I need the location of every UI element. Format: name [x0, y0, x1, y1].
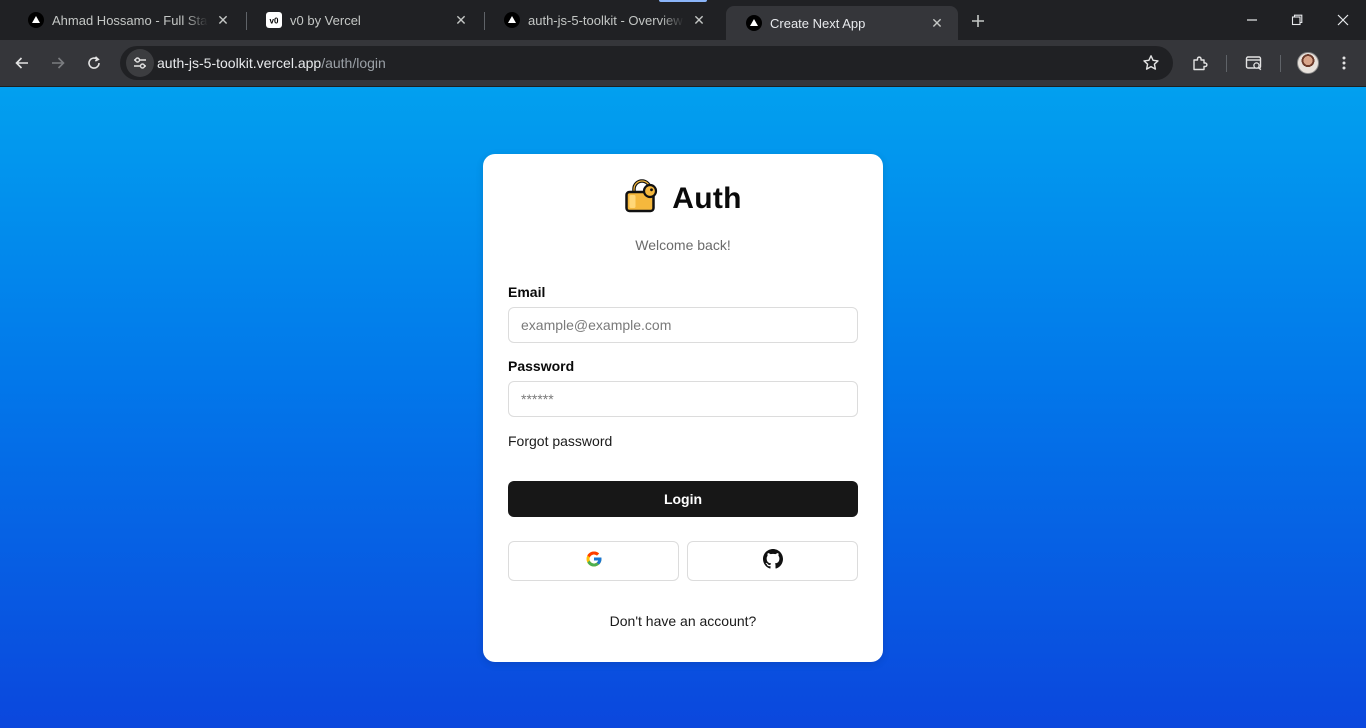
back-button[interactable] — [8, 49, 36, 77]
restore-button[interactable] — [1274, 0, 1320, 40]
google-icon — [585, 550, 603, 573]
github-signin-button[interactable] — [687, 541, 858, 581]
toolbar-divider — [1226, 55, 1227, 72]
vercel-triangle-icon — [746, 15, 762, 31]
tab-title: v0 by Vercel — [290, 12, 361, 28]
password-field[interactable] — [508, 381, 858, 417]
tab-search-button[interactable] — [1240, 49, 1268, 77]
browser-menu-button[interactable] — [1330, 49, 1358, 77]
brand-title: Auth — [672, 181, 742, 215]
url-path: /auth/login — [321, 55, 386, 71]
github-icon — [762, 548, 783, 574]
tab-vercel-overview[interactable]: auth-js-5-toolkit - Overview – Vercel ✕ — [484, 0, 720, 40]
browser-toolbar: auth-js-5-toolkit.vercel.app/auth/login — [0, 40, 1366, 87]
restore-icon — [1291, 14, 1303, 26]
login-button[interactable]: Login — [508, 481, 858, 517]
google-signin-button[interactable] — [508, 541, 679, 581]
email-field[interactable] — [508, 307, 858, 343]
bookmark-star-icon[interactable] — [1141, 53, 1161, 73]
tab-search-icon — [1245, 56, 1262, 71]
minimize-icon — [1247, 19, 1257, 21]
padlock-emoji-icon — [624, 178, 660, 219]
url-host: auth-js-5-toolkit.vercel.app — [157, 55, 322, 71]
plus-icon — [972, 15, 984, 27]
tab-v0[interactable]: v0 v0 by Vercel ✕ — [246, 0, 482, 40]
vercel-triangle-icon — [504, 12, 520, 28]
reload-button[interactable] — [80, 49, 108, 77]
toolbar-divider — [1280, 55, 1281, 72]
brand-header: Auth — [483, 178, 883, 219]
tab-title: auth-js-5-toolkit - Overview – Vercel — [528, 12, 684, 28]
tab-title: Create Next App — [770, 15, 866, 31]
welcome-subtitle: Welcome back! — [635, 237, 731, 253]
close-window-button[interactable] — [1320, 0, 1366, 40]
close-icon[interactable]: ✕ — [690, 11, 708, 29]
login-card: Auth Welcome back! Email Password Forgot… — [483, 154, 883, 662]
close-icon — [1337, 14, 1349, 26]
minimize-button[interactable] — [1229, 0, 1275, 40]
tab-create-next-app[interactable]: Create Next App ✕ — [726, 6, 958, 40]
close-icon[interactable]: ✕ — [928, 14, 946, 32]
password-label: Password — [508, 358, 575, 374]
page-background: Auth Welcome back! Email Password Forgot… — [0, 87, 1366, 728]
arrow-left-icon — [15, 57, 28, 69]
site-settings-icon[interactable] — [126, 49, 154, 77]
puzzle-icon — [1193, 56, 1208, 71]
forgot-password-link[interactable]: Forgot password — [508, 433, 612, 449]
v0-icon: v0 — [266, 12, 282, 28]
email-label: Email — [508, 284, 546, 300]
arrow-right-icon — [52, 57, 65, 69]
tab-ahmad-hossamo[interactable]: Ahmad Hossamo - Full Stack Developer ✕ — [8, 0, 244, 40]
svg-text:v0: v0 — [270, 17, 279, 26]
tab-title: Ahmad Hossamo - Full Stack Developer — [52, 12, 208, 28]
vercel-triangle-icon — [28, 12, 44, 28]
reload-icon — [88, 56, 100, 69]
tab-strip: Ahmad Hossamo - Full Stack Developer ✕ v… — [0, 0, 1366, 40]
close-icon[interactable]: ✕ — [214, 11, 232, 29]
forward-button[interactable] — [44, 49, 72, 77]
close-icon[interactable]: ✕ — [452, 11, 470, 29]
new-tab-button[interactable] — [966, 9, 990, 33]
signup-link[interactable]: Don't have an account? — [483, 613, 883, 629]
profile-avatar[interactable] — [1297, 52, 1319, 74]
url-text: auth-js-5-toolkit.vercel.app/auth/login — [157, 55, 386, 71]
extensions-button[interactable] — [1186, 49, 1214, 77]
address-bar[interactable]: auth-js-5-toolkit.vercel.app/auth/login — [120, 46, 1173, 80]
kebab-menu-icon — [1342, 56, 1346, 70]
